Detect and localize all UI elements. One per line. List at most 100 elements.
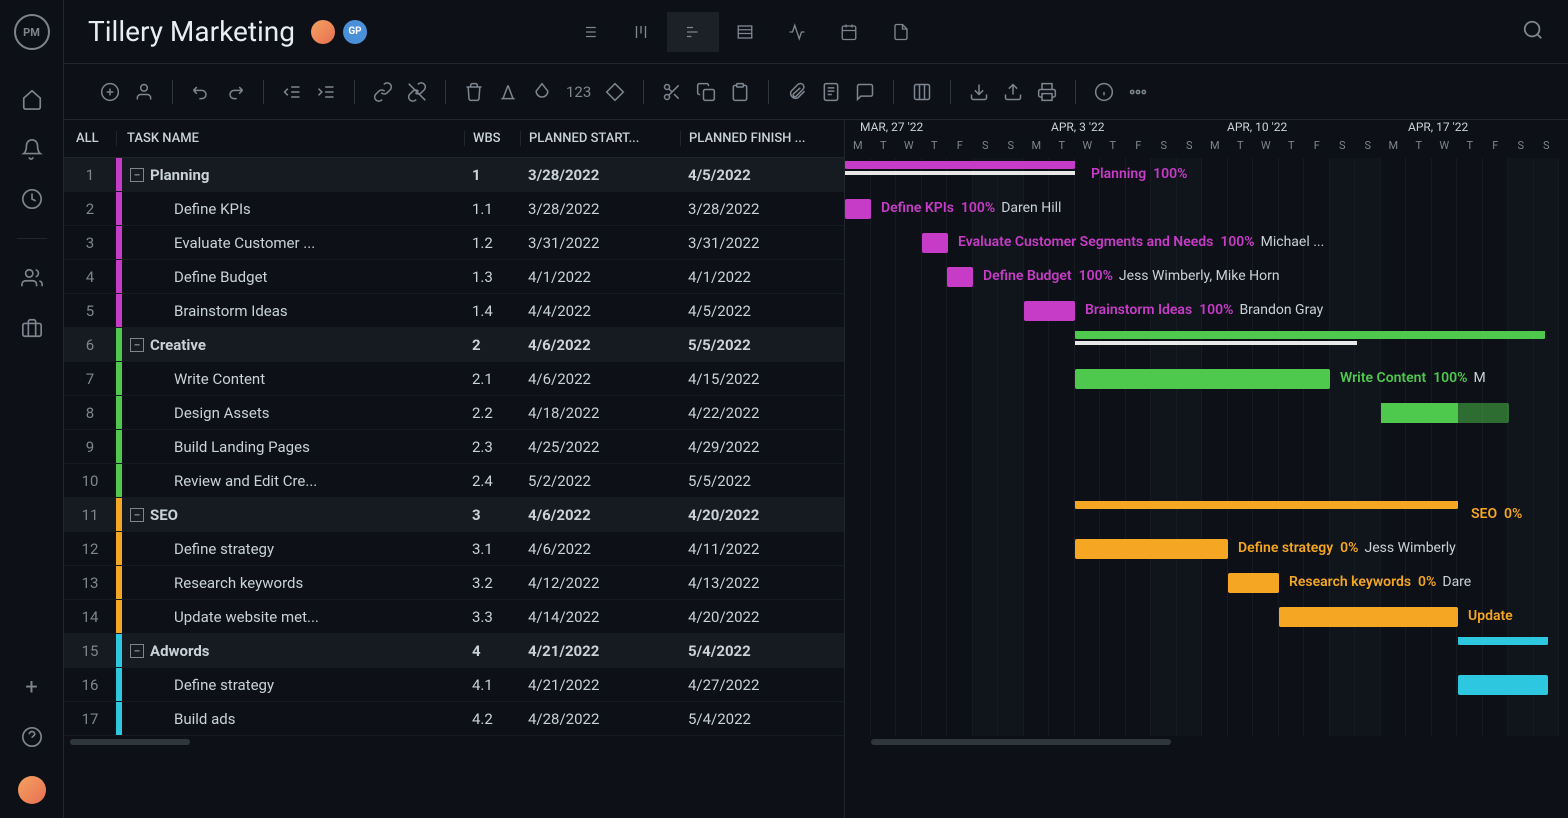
copy-icon[interactable] (696, 82, 716, 102)
gantt-row[interactable]: Research keywords 0%Dare (845, 566, 1568, 600)
search-icon[interactable] (1522, 19, 1544, 45)
number-label[interactable]: 123 (566, 83, 591, 101)
col-name[interactable]: TASK NAME (116, 131, 464, 146)
task-row[interactable]: 15 −Adwords 4 4/21/2022 5/4/2022 (64, 634, 844, 668)
gantt-bar[interactable] (1024, 301, 1075, 321)
bell-icon[interactable] (21, 138, 43, 160)
gantt-row[interactable]: Write Content 100%M (845, 362, 1568, 396)
task-row[interactable]: 14 Update website met... 3.3 4/14/2022 4… (64, 600, 844, 634)
import-icon[interactable] (969, 82, 989, 102)
notes-icon[interactable] (821, 82, 841, 102)
gantt-row[interactable]: Define KPIs 100%Daren Hill (845, 192, 1568, 226)
diamond-icon[interactable] (605, 82, 625, 102)
help-icon[interactable] (21, 726, 43, 748)
col-all[interactable]: ALL (64, 131, 116, 146)
col-wbs[interactable]: WBS (464, 131, 520, 146)
task-row[interactable]: 11 −SEO 3 4/6/2022 4/20/2022 (64, 498, 844, 532)
delete-icon[interactable] (464, 82, 484, 102)
cut-icon[interactable] (662, 82, 682, 102)
view-board-icon[interactable] (615, 12, 667, 52)
unlink-icon[interactable] (407, 82, 427, 102)
gantt-bar[interactable] (1279, 607, 1458, 627)
gantt-scrollbar[interactable] (845, 736, 1568, 748)
view-list-icon[interactable] (563, 12, 615, 52)
comment-icon[interactable] (855, 82, 875, 102)
gantt-row[interactable]: Brainstorm Ideas 100%Brandon Gray (845, 294, 1568, 328)
member-badge[interactable]: GP (343, 20, 367, 44)
undo-icon[interactable] (191, 82, 211, 102)
gantt-bar[interactable] (845, 161, 1075, 169)
collapse-icon[interactable]: − (130, 338, 144, 352)
redo-icon[interactable] (225, 82, 245, 102)
view-file-icon[interactable] (875, 12, 927, 52)
task-row[interactable]: 7 Write Content 2.1 4/6/2022 4/15/2022 (64, 362, 844, 396)
task-row[interactable]: 3 Evaluate Customer ... 1.2 3/31/2022 3/… (64, 226, 844, 260)
collapse-icon[interactable]: − (130, 644, 144, 658)
collapse-icon[interactable]: − (130, 168, 144, 182)
gantt-bar[interactable] (1381, 403, 1509, 423)
task-row[interactable]: 6 −Creative 2 4/6/2022 5/5/2022 (64, 328, 844, 362)
view-sheet-icon[interactable] (719, 12, 771, 52)
gantt-row[interactable] (845, 396, 1568, 430)
task-row[interactable]: 10 Review and Edit Cre... 2.4 5/2/2022 5… (64, 464, 844, 498)
user-avatar[interactable] (18, 776, 46, 804)
gantt-bar[interactable] (1075, 331, 1545, 339)
gantt-row[interactable]: Planning 100% (845, 158, 1568, 192)
gantt-bar[interactable] (1075, 369, 1330, 389)
gantt-bar[interactable] (947, 267, 973, 287)
home-icon[interactable] (21, 88, 43, 110)
assign-icon[interactable] (134, 82, 154, 102)
gantt-bar[interactable] (1458, 675, 1548, 695)
task-row[interactable]: 12 Define strategy 3.1 4/6/2022 4/11/202… (64, 532, 844, 566)
collapse-icon[interactable]: − (130, 508, 144, 522)
gantt-row[interactable]: Evaluate Customer Segments and Needs 100… (845, 226, 1568, 260)
task-row[interactable]: 16 Define strategy 4.1 4/21/2022 4/27/20… (64, 668, 844, 702)
task-row[interactable]: 9 Build Landing Pages 2.3 4/25/2022 4/29… (64, 430, 844, 464)
task-row[interactable]: 4 Define Budget 1.3 4/1/2022 4/1/2022 (64, 260, 844, 294)
gantt-row[interactable]: Update (845, 600, 1568, 634)
gantt-row[interactable]: Define Budget 100%Jess Wimberly, Mike Ho… (845, 260, 1568, 294)
gantt-bar[interactable] (1075, 501, 1458, 509)
gantt-row[interactable] (845, 702, 1568, 736)
outdent-icon[interactable] (282, 82, 302, 102)
view-calendar-icon[interactable] (823, 12, 875, 52)
columns-icon[interactable] (912, 82, 932, 102)
attach-icon[interactable] (787, 82, 807, 102)
export-icon[interactable] (1003, 82, 1023, 102)
link-icon[interactable] (373, 82, 393, 102)
gantt-row[interactable] (845, 430, 1568, 464)
task-row[interactable]: 8 Design Assets 2.2 4/18/2022 4/22/2022 (64, 396, 844, 430)
task-row[interactable]: 1 −Planning 1 3/28/2022 4/5/2022 (64, 158, 844, 192)
view-activity-icon[interactable] (771, 12, 823, 52)
briefcase-icon[interactable] (21, 317, 43, 339)
text-icon[interactable] (498, 82, 518, 102)
gantt-bar[interactable] (845, 199, 871, 219)
add-icon[interactable]: + (21, 676, 43, 698)
logo[interactable]: PM (14, 14, 50, 50)
gantt-row[interactable] (845, 464, 1568, 498)
gantt-row[interactable] (845, 634, 1568, 668)
col-planned-start[interactable]: PLANNED START... (520, 131, 680, 146)
print-icon[interactable] (1037, 82, 1057, 102)
task-row[interactable]: 5 Brainstorm Ideas 1.4 4/4/2022 4/5/2022 (64, 294, 844, 328)
task-row[interactable]: 2 Define KPIs 1.1 3/28/2022 3/28/2022 (64, 192, 844, 226)
task-row[interactable]: 17 Build ads 4.2 4/28/2022 5/4/2022 (64, 702, 844, 736)
col-planned-finish[interactable]: PLANNED FINISH ... (680, 131, 844, 146)
info-icon[interactable] (1094, 82, 1114, 102)
indent-icon[interactable] (316, 82, 336, 102)
gantt-row[interactable]: Define strategy 0%Jess Wimberly (845, 532, 1568, 566)
gantt-row[interactable] (845, 668, 1568, 702)
member-avatar[interactable] (311, 20, 335, 44)
gantt-row[interactable]: SEO 0% (845, 498, 1568, 532)
gantt-bar[interactable] (1228, 573, 1279, 593)
gantt-bar[interactable] (1458, 637, 1548, 645)
gantt-bar[interactable] (1075, 539, 1228, 559)
paste-icon[interactable] (730, 82, 750, 102)
clock-icon[interactable] (21, 188, 43, 210)
add-task-icon[interactable] (100, 82, 120, 102)
gantt-bar[interactable] (922, 233, 948, 253)
team-icon[interactable] (21, 267, 43, 289)
view-gantt-icon[interactable] (667, 12, 719, 52)
fill-icon[interactable] (532, 82, 552, 102)
more-icon[interactable] (1128, 82, 1148, 102)
